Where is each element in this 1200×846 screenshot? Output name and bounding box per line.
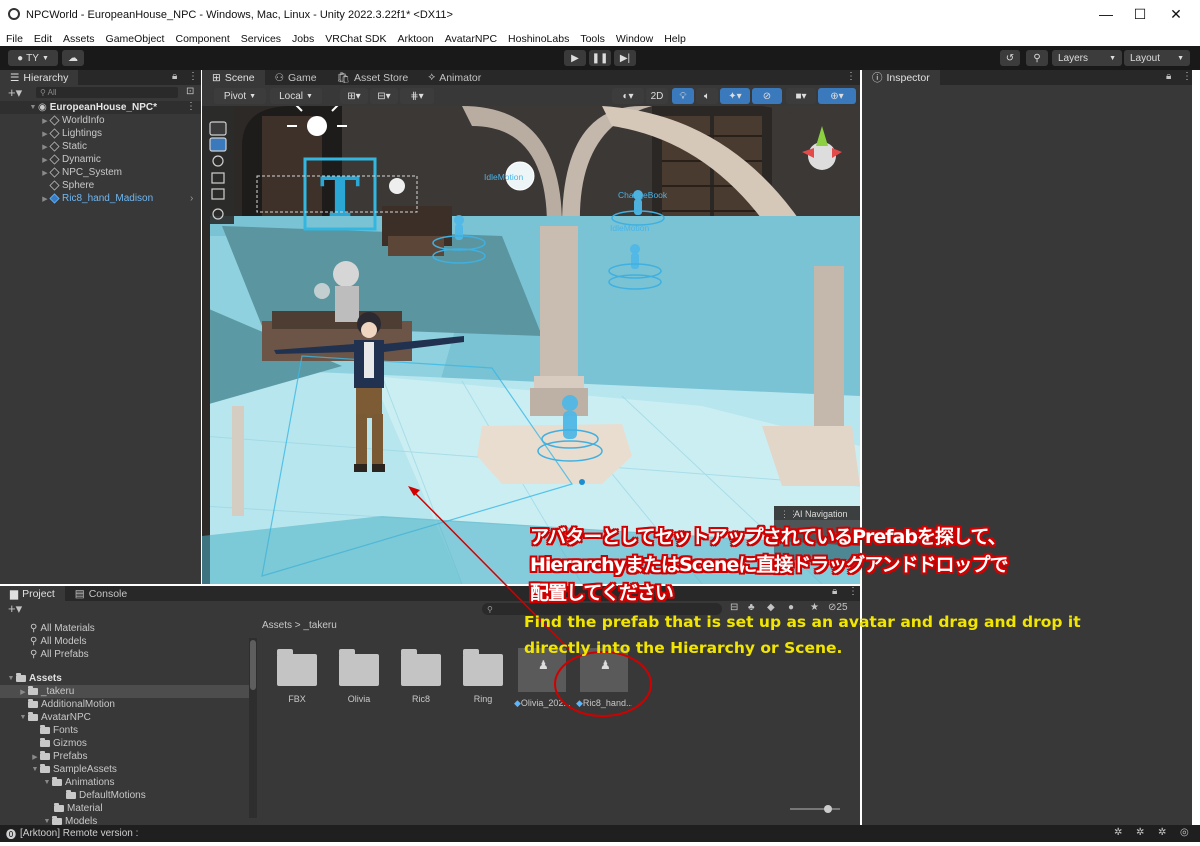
annotation-overlay	[408, 486, 652, 717]
warning-icon: ⓿	[6, 830, 16, 841]
status-text: [Arktoon] Remote version :	[20, 828, 139, 839]
collab-icon[interactable]: ✲	[1158, 827, 1166, 838]
bug-icon[interactable]: ✲	[1114, 827, 1122, 838]
arrow-head-icon	[408, 486, 420, 496]
annotation-en-line2: directly into the Hierarchy or Scene.	[524, 639, 843, 657]
annotation-jp-line1: アバターとしてセットアップされているPrefabを探して、	[530, 526, 1006, 548]
annotation-jp-line2: HierarchyまたはSceneに直接ドラッグアンドドロップで	[530, 554, 1009, 576]
annotation-en-line1: Find the prefab that is set up as an ava…	[524, 613, 1081, 631]
annotation-jp-line3: 配置してください	[530, 582, 674, 604]
highlight-circle	[554, 651, 652, 717]
lighting-status-icon[interactable]: ✲	[1136, 827, 1144, 838]
status-bar: ⓿ [Arktoon] Remote version : ✲ ✲ ✲ ◎	[0, 825, 1200, 842]
progress-icon[interactable]: ◎	[1180, 827, 1189, 838]
